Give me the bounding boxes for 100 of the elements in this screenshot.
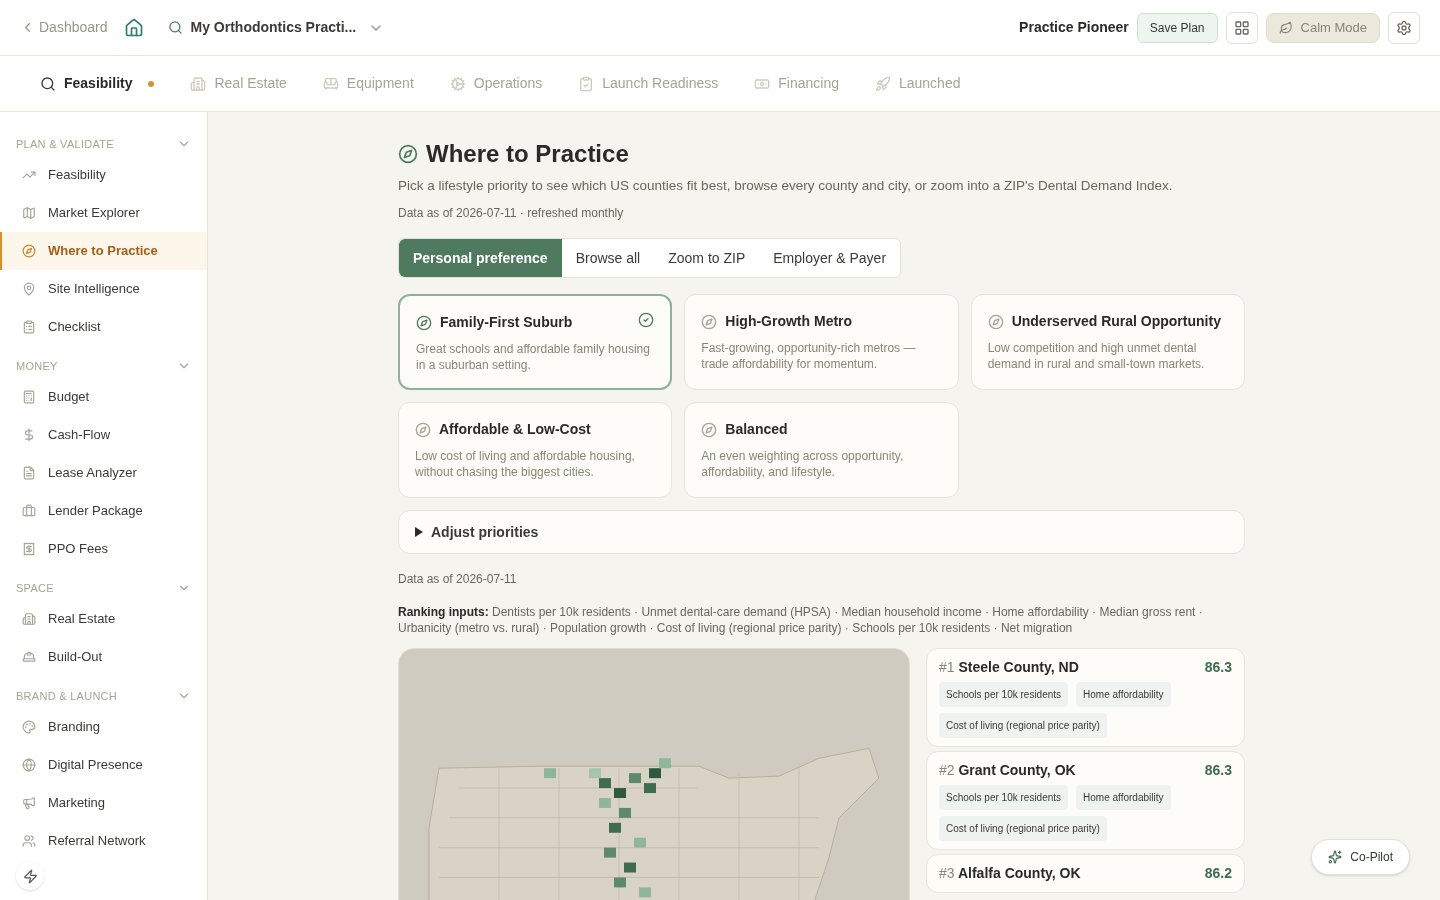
document-icon	[22, 466, 36, 480]
preset-card[interactable]: Affordable & Low-Cost Low cost of living and affordable housing, without chasing the biggest cities.	[398, 402, 673, 499]
map-icon	[22, 206, 36, 220]
dollar-icon	[22, 428, 36, 442]
mode-tab[interactable]: Zoom to ZIP	[654, 239, 760, 278]
county-score: 86.3	[1204, 761, 1232, 781]
sidebar-item[interactable]: Branding	[0, 708, 207, 746]
section-heading: SPACE	[16, 580, 54, 596]
preset-card[interactable]: Family-First Suburb Great schools and affordable family housing in a suburban setting.	[398, 294, 673, 391]
practice-selector[interactable]: My Orthodontics Practi...	[167, 17, 385, 38]
section-heading: MONEY	[16, 358, 58, 374]
county-result-card[interactable]: #3 Alfalfa County, OK 86.2	[926, 854, 1245, 894]
county-score: 86.2	[1204, 864, 1232, 884]
page-title: Where to Practice	[426, 139, 629, 169]
search-icon	[167, 20, 183, 35]
county-result-card[interactable]: #1 Steele County, ND 86.3 Schools per 10k residents Home affordability Cost of living (regional price parity)	[926, 648, 1245, 748]
mode-tab[interactable]: Personal preference	[399, 239, 562, 278]
county-name: #2 Grant County, OK	[939, 761, 1076, 781]
compass-icon	[701, 313, 718, 330]
preset-description: Low competition and high unmet dental demand in rural and small-town markets.	[987, 340, 1206, 373]
sidebar-item[interactable]: Market Explorer	[0, 194, 207, 232]
gear-glyph-icon	[1396, 19, 1412, 36]
palette-icon	[22, 720, 36, 734]
globe-icon	[22, 758, 36, 772]
clipboard-icon	[578, 75, 595, 92]
preset-title: High-Growth Metro	[725, 312, 853, 332]
pin-icon	[22, 282, 36, 296]
compass-icon	[398, 144, 418, 164]
preset-title: Balanced	[725, 420, 788, 440]
sidebar-item[interactable]: Real Estate	[0, 600, 207, 638]
preset-title: Underserved Rural Opportunity	[1011, 312, 1221, 332]
grid-glyph-icon	[1233, 19, 1250, 36]
sidebar-item[interactable]: Cash-Flow	[0, 416, 207, 454]
gear-icon	[449, 75, 466, 92]
sidebar-item[interactable]: PPO Fees	[0, 530, 207, 568]
copilot-button[interactable]: Co-Pilot	[1311, 839, 1410, 875]
compass-icon	[701, 421, 718, 438]
sidebar-item[interactable]: Feasibility	[0, 156, 207, 194]
page-subtitle: Pick a lifestyle priority to see which US counties fit best, browse every county and city, or zoom into a ZIP's Dental Demand Index.	[398, 177, 1174, 195]
factor-tag: Schools per 10k residents	[939, 785, 1069, 811]
leaf-icon	[1278, 20, 1293, 35]
sidebar-item[interactable]: Build-Out	[0, 638, 207, 676]
county-score: 86.3	[1204, 658, 1232, 678]
sparkle-icon	[1328, 850, 1343, 864]
search-icon	[40, 75, 56, 92]
mode-tab[interactable]: Browse all	[561, 239, 655, 278]
data-note: Data as of 2026-07-11	[398, 571, 518, 589]
section-tab[interactable]: Feasibility	[40, 73, 155, 94]
triangle-icon	[415, 527, 423, 538]
sidebar-item[interactable]: Site Intelligence	[0, 270, 207, 308]
compass-icon	[415, 421, 431, 438]
preset-title: Family-First Suburb	[440, 313, 573, 333]
compass-icon	[416, 314, 432, 331]
factor-tag: Cost of living (regional price parity)	[939, 713, 1107, 739]
briefcase-icon	[22, 504, 36, 518]
save-plan-button[interactable]: Save Plan	[1136, 12, 1218, 43]
preset-description: Fast-growing, opportunity-rich metros — trade affordability for momentum.	[701, 340, 917, 373]
sidebar-item[interactable]: Budget	[0, 378, 207, 416]
sidebar-item[interactable]: Digital Presence	[0, 746, 207, 784]
sidebar-item[interactable]: Marketing	[0, 784, 207, 822]
building-icon	[190, 75, 207, 92]
calculator-icon	[22, 390, 36, 404]
receipt-icon	[22, 542, 36, 556]
check-icon	[638, 312, 655, 329]
adjust-priorities-toggle[interactable]: Adjust priorities	[398, 510, 1245, 555]
preset-card[interactable]: High-Growth Metro Fast-growing, opportunity-rich metros — trade affordability for momentum.	[684, 294, 959, 391]
factor-tag: Cost of living (regional price parity)	[939, 816, 1107, 842]
settings-icon[interactable]	[1388, 11, 1420, 44]
sofa-icon	[322, 75, 339, 92]
people-icon	[22, 834, 36, 848]
compass-icon	[22, 244, 36, 258]
section-heading: PLAN & VALIDATE	[16, 136, 114, 152]
home-icon[interactable]	[123, 17, 144, 38]
clipboard-icon	[22, 320, 36, 334]
county-result-card[interactable]: #2 Grant County, OK 86.3 Schools per 10k residents Home affordability Cost of living (regional price parity)	[926, 751, 1245, 851]
factor-tag: Schools per 10k residents	[939, 682, 1069, 708]
megaphone-icon	[22, 796, 36, 810]
county-name: #1 Steele County, ND	[939, 658, 1079, 678]
section-heading: BRAND & LAUNCH	[16, 688, 118, 704]
mode-tab[interactable]: Employer & Payer	[759, 239, 901, 278]
rocket-icon	[874, 75, 891, 92]
preset-card[interactable]: Underserved Rural Opportunity Low competition and high unmet dental demand in rural and small-town markets.	[970, 294, 1245, 391]
sidebar-item[interactable]: Checklist	[0, 308, 207, 346]
preset-description: Great schools and affordable family housing in a suburban setting.	[416, 341, 651, 374]
data-date: Data as of 2026-07-11 · refreshed monthly	[398, 205, 625, 223]
sidebar-item[interactable]: Referral Network	[0, 822, 207, 860]
county-name: #3 Alfalfa County, OK	[939, 864, 1081, 884]
preset-title: Affordable & Low-Cost	[439, 420, 591, 440]
preset-card[interactable]: Balanced An even weighting across opportunity, affordability, and lifestyle.	[684, 402, 959, 499]
compass-icon	[987, 313, 1004, 330]
preset-description: Low cost of living and affordable housing, without chasing the biggest cities.	[415, 448, 636, 481]
grid-icon[interactable]	[1225, 11, 1258, 44]
brand-name: Practice Pioneer	[1019, 18, 1129, 37]
lightning-glyph-icon	[22, 868, 38, 884]
sidebar-item[interactable]: Lease Analyzer	[0, 454, 207, 492]
factor-tag: Home affordability	[1076, 682, 1171, 708]
sidebar-item[interactable]: Lender Package	[0, 492, 207, 530]
factor-tag: Home affordability	[1076, 785, 1171, 811]
lightning-icon[interactable]	[16, 862, 44, 890]
sidebar-item[interactable]: Where to Practice	[0, 232, 207, 270]
